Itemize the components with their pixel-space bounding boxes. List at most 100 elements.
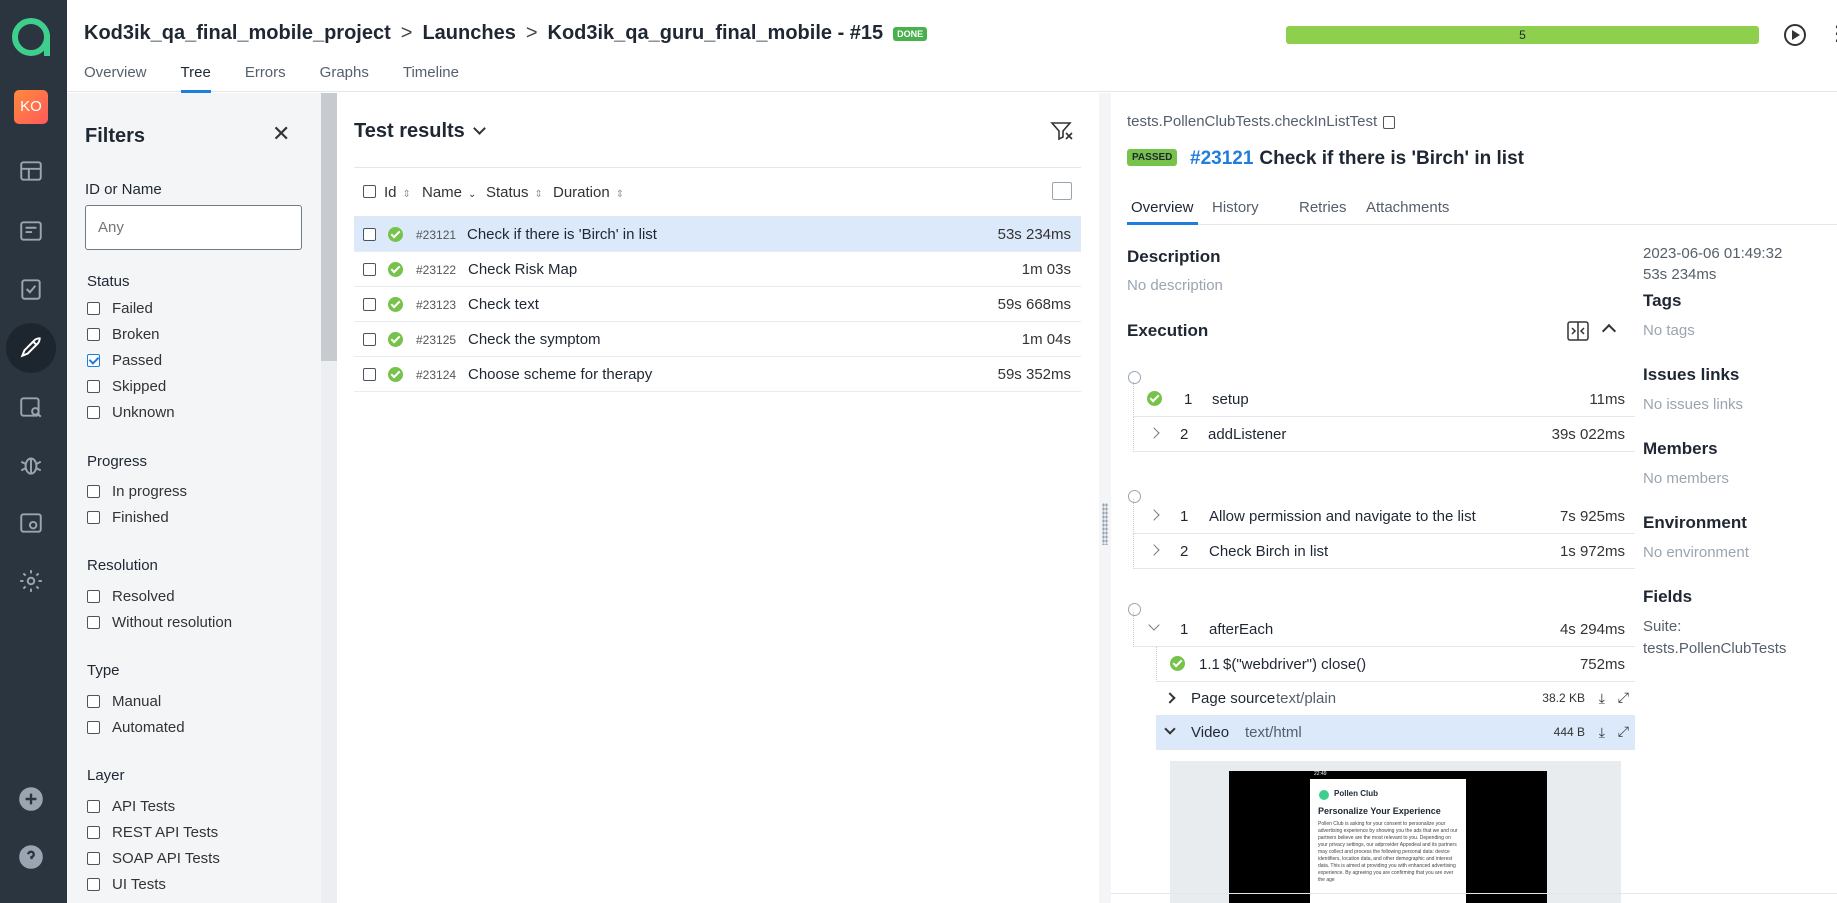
test-cases-icon[interactable] (17, 218, 45, 246)
expand-icon[interactable]: ⤢ (1618, 723, 1629, 740)
expand-icon[interactable]: ⤢ (1618, 689, 1629, 706)
table-row[interactable]: #23124 Choose scheme for therapy 59s 352ms (354, 357, 1081, 392)
filter-status-skipped[interactable]: Skipped (87, 378, 166, 395)
chevron-right-icon[interactable] (1148, 544, 1160, 556)
checkbox[interactable] (87, 590, 100, 603)
filter-resolution-resolved[interactable]: Resolved (87, 588, 175, 605)
table-row[interactable]: #23123 Check text 59s 668ms (354, 287, 1081, 322)
filter-status-broken[interactable]: Broken (87, 326, 160, 343)
filter-progress-in-progress[interactable]: In progress (87, 483, 187, 500)
select-all-checkbox[interactable] (363, 185, 376, 198)
chevron-right-icon[interactable] (1148, 509, 1160, 521)
more-options-icon[interactable]: ⋮ (1827, 22, 1837, 46)
checkbox[interactable] (87, 380, 100, 393)
checkbox[interactable] (87, 878, 100, 891)
tab-attachments[interactable]: Attachments (1366, 199, 1449, 216)
checkbox[interactable] (87, 302, 100, 315)
copy-icon[interactable] (1383, 115, 1396, 129)
tab-retries[interactable]: Retries (1299, 199, 1347, 216)
filter-layer-rest-api[interactable]: REST API Tests (87, 824, 218, 841)
table-row[interactable]: #23121 Check if there is 'Birch' in list 5… (354, 217, 1081, 252)
clear-filter-icon[interactable] (1050, 121, 1074, 141)
id-or-name-input[interactable] (85, 205, 302, 250)
checkbox[interactable] (87, 485, 100, 498)
column-name[interactable]: Name ⌄ (422, 184, 476, 201)
teardown-substep[interactable]: 1.1 $("webdriver") close() 752ms (1156, 647, 1635, 682)
filter-resolution-without[interactable]: Without resolution (87, 614, 232, 631)
filter-layer-ui[interactable]: UI Tests (87, 876, 166, 893)
table-row[interactable]: #23125 Check the symptom 1m 04s (354, 322, 1081, 357)
dashboard-icon[interactable] (17, 158, 45, 186)
tab-detail-overview[interactable]: Overview (1127, 199, 1198, 225)
checkbox[interactable] (87, 328, 100, 341)
column-id[interactable]: Id ⇕ (384, 184, 411, 201)
row-checkbox[interactable] (363, 298, 376, 311)
jobs-icon[interactable] (17, 510, 45, 538)
setup-step[interactable]: 1 setup 11ms (1133, 382, 1635, 417)
filter-layer-api[interactable]: API Tests (87, 798, 175, 815)
column-status[interactable]: Status ⇕ (486, 184, 543, 201)
download-icon[interactable]: ⤓ (1599, 690, 1605, 707)
analytics-icon[interactable] (17, 394, 45, 422)
filter-status-passed[interactable]: Passed (87, 352, 162, 369)
download-icon[interactable]: ⤓ (1599, 724, 1605, 741)
checkbox[interactable] (87, 406, 100, 419)
table-row[interactable]: #23122 Check Risk Map 1m 03s (354, 252, 1081, 287)
settings-icon[interactable] (17, 568, 45, 596)
tab-errors[interactable]: Errors (245, 64, 286, 93)
checkbox[interactable] (87, 695, 100, 708)
launches-icon[interactable] (17, 334, 45, 362)
filters-scrollbar-thumb[interactable] (321, 93, 337, 361)
filter-status-unknown[interactable]: Unknown (87, 404, 175, 421)
chevron-right-icon[interactable] (1164, 692, 1176, 704)
column-duration[interactable]: Duration ⇕ (553, 184, 624, 201)
checkbox[interactable] (87, 616, 100, 629)
help-icon[interactable] (17, 844, 45, 872)
tab-overview[interactable]: Overview (84, 64, 147, 93)
allure-logo-icon[interactable] (12, 18, 50, 56)
chevron-right-icon[interactable] (1148, 427, 1160, 439)
tab-history[interactable]: History (1212, 199, 1259, 216)
test-plans-icon[interactable] (17, 276, 45, 304)
test-results-title[interactable]: Test results (354, 120, 486, 143)
filter-status-failed[interactable]: Failed (87, 300, 153, 317)
filter-type-manual[interactable]: Manual (87, 693, 161, 710)
breadcrumb-project[interactable]: Kod3ik_qa_final_mobile_project (84, 22, 391, 44)
row-checkbox[interactable] (363, 228, 376, 241)
column-settings-icon[interactable] (1052, 182, 1072, 200)
panel-resize-handle[interactable] (1099, 93, 1111, 903)
expand-all-icon[interactable] (1567, 321, 1589, 341)
checkbox[interactable] (87, 826, 100, 839)
video-player[interactable]: 22:49 Pollen Club Personalize Your Exper… (1229, 771, 1547, 903)
checkbox-checked[interactable] (87, 354, 100, 367)
tab-timeline[interactable]: Timeline (403, 64, 459, 93)
tab-graphs[interactable]: Graphs (320, 64, 369, 93)
chevron-down-icon[interactable] (1148, 619, 1160, 631)
row-checkbox[interactable] (363, 333, 376, 346)
test-step[interactable]: 2 Check Birch in list 1s 972ms (1133, 534, 1635, 569)
collapse-icon[interactable] (1601, 323, 1617, 339)
breadcrumb-launches[interactable]: Launches (422, 22, 515, 44)
checkbox[interactable] (87, 800, 100, 813)
filter-type-automated[interactable]: Automated (87, 719, 185, 736)
close-icon[interactable]: ✕ (272, 121, 290, 147)
checkbox[interactable] (87, 721, 100, 734)
checkbox[interactable] (87, 511, 100, 524)
chevron-down-icon[interactable] (1164, 723, 1176, 735)
filter-progress-finished[interactable]: Finished (87, 509, 169, 526)
row-checkbox[interactable] (363, 368, 376, 381)
add-icon[interactable] (17, 786, 45, 814)
setup-step[interactable]: 2 addListener 39s 022ms (1133, 417, 1635, 452)
filter-layer-soap-api[interactable]: SOAP API Tests (87, 850, 220, 867)
tab-tree[interactable]: Tree (180, 64, 211, 93)
attachment-video[interactable]: Video text/html 444 B ⤓ ⤢ (1156, 716, 1635, 750)
defects-icon[interactable] (17, 452, 45, 480)
row-checkbox[interactable] (363, 263, 376, 276)
test-id-link[interactable]: #23121 (1190, 148, 1253, 169)
checkbox[interactable] (87, 852, 100, 865)
attachment-page-source[interactable]: Page source text/plain 38.2 KB ⤓ ⤢ (1156, 682, 1635, 716)
rerun-play-button[interactable] (1784, 24, 1806, 46)
teardown-step[interactable]: 1 afterEach 4s 294ms (1133, 612, 1635, 647)
avatar[interactable]: KO (14, 90, 48, 124)
test-step[interactable]: 1 Allow permission and navigate to the li… (1133, 499, 1635, 534)
